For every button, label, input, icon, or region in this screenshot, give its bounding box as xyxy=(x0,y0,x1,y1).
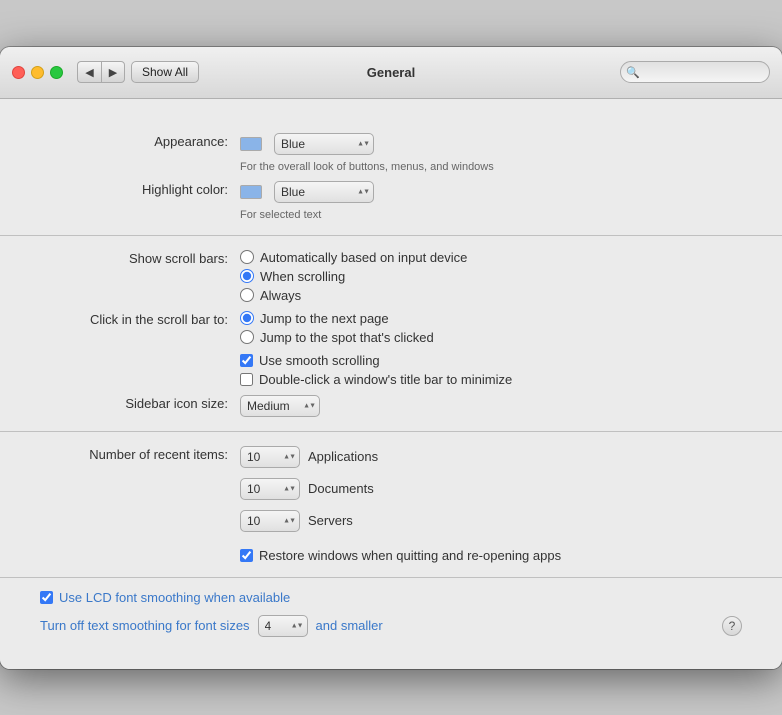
help-button[interactable]: ? xyxy=(722,616,742,636)
search-box: 🔍 xyxy=(620,61,770,83)
highlight-control: Blue Graphite Red Orange Yellow Green Pu… xyxy=(240,181,742,221)
servers-row: 5 10 15 20 None Servers xyxy=(240,510,742,532)
sidebar-icon-control: Small Medium Large xyxy=(240,395,742,417)
documents-label: Documents xyxy=(308,481,374,496)
scroll-scrolling-label: When scrolling xyxy=(260,269,345,284)
recent-items-row: Number of recent items: 5 10 15 20 None xyxy=(40,446,742,563)
scroll-auto-label: Automatically based on input device xyxy=(260,250,467,265)
window-title: General xyxy=(367,65,415,80)
servers-label: Servers xyxy=(308,513,353,528)
minimize-button[interactable] xyxy=(31,66,44,79)
jump-spot-option[interactable]: Jump to the spot that's clicked xyxy=(240,330,742,345)
scrollbar-section: Show scroll bars: Automatically based on… xyxy=(0,236,782,432)
applications-select[interactable]: 5 10 15 20 None xyxy=(240,446,300,468)
close-button[interactable] xyxy=(12,66,25,79)
double-click-title-option[interactable]: Double-click a window's title bar to min… xyxy=(240,372,742,387)
highlight-select[interactable]: Blue Graphite Red Orange Yellow Green Pu… xyxy=(274,181,374,203)
recent-items-section: Number of recent items: 5 10 15 20 None xyxy=(0,432,782,578)
applications-row: 5 10 15 20 None Applications xyxy=(240,446,742,468)
preferences-window: ◀ ▶ Show All General 🔍 Appearance: xyxy=(0,47,782,669)
jump-next-page-label: Jump to the next page xyxy=(260,311,389,326)
font-size-select[interactable]: 4 6 8 10 12 xyxy=(258,615,308,637)
titlebar: ◀ ▶ Show All General 🔍 xyxy=(0,47,782,99)
sidebar-icon-row: Sidebar icon size: Small Medium Large xyxy=(40,395,742,417)
scroll-bars-label: Show scroll bars: xyxy=(40,250,240,266)
smooth-scrolling-checkbox[interactable] xyxy=(240,354,253,367)
lcd-section: Use LCD font smoothing when available Tu… xyxy=(0,578,782,649)
lcd-smoothing-checkbox[interactable] xyxy=(40,591,53,604)
appearance-control-row: Blue Graphite xyxy=(240,133,742,155)
jump-next-page-option[interactable]: Jump to the next page xyxy=(240,311,742,326)
appearance-section: Appearance: Blue Graphite For the overal… xyxy=(0,119,782,236)
scroll-scrolling-radio[interactable] xyxy=(240,269,254,283)
sidebar-icon-control-row: Small Medium Large xyxy=(240,395,742,417)
search-input[interactable] xyxy=(620,61,770,83)
sidebar-icon-label: Sidebar icon size: xyxy=(40,395,240,411)
font-smoothing-prefix: Turn off text smoothing for font sizes xyxy=(40,618,250,633)
appearance-select-wrapper: Blue Graphite xyxy=(274,133,374,155)
scroll-always-label: Always xyxy=(260,288,301,303)
scroll-always-radio[interactable] xyxy=(240,288,254,302)
recent-items-control: 5 10 15 20 None Applications xyxy=(240,446,742,563)
scroll-auto-radio[interactable] xyxy=(240,250,254,264)
sidebar-icon-select[interactable]: Small Medium Large xyxy=(240,395,320,417)
scroll-bars-row: Show scroll bars: Automatically based on… xyxy=(40,250,742,303)
lcd-smoothing-option[interactable]: Use LCD font smoothing when available xyxy=(40,590,742,605)
scroll-bars-control: Automatically based on input device When… xyxy=(240,250,742,303)
jump-next-page-radio[interactable] xyxy=(240,311,254,325)
double-click-title-label: Double-click a window's title bar to min… xyxy=(259,372,512,387)
applications-select-wrapper: 5 10 15 20 None xyxy=(240,446,300,468)
scroll-auto-option[interactable]: Automatically based on input device xyxy=(240,250,742,265)
documents-select-wrapper: 5 10 15 20 None xyxy=(240,478,300,500)
sidebar-icon-select-wrapper: Small Medium Large xyxy=(240,395,320,417)
scroll-scrolling-option[interactable]: When scrolling xyxy=(240,269,742,284)
smooth-scrolling-label: Use smooth scrolling xyxy=(259,353,380,368)
appearance-select[interactable]: Blue Graphite xyxy=(274,133,374,155)
click-scroll-label: Click in the scroll bar to: xyxy=(40,311,240,327)
forward-button[interactable]: ▶ xyxy=(101,61,125,83)
highlight-row: Highlight color: Blue Graphite Red Orang… xyxy=(40,181,742,221)
highlight-select-wrapper: Blue Graphite Red Orange Yellow Green Pu… xyxy=(274,181,374,203)
documents-row: 5 10 15 20 None Documents xyxy=(240,478,742,500)
font-smoothing-row: Turn off text smoothing for font sizes 4… xyxy=(40,615,742,637)
font-smoothing-suffix: and smaller xyxy=(316,618,383,633)
applications-label: Applications xyxy=(308,449,378,464)
preferences-content: Appearance: Blue Graphite For the overal… xyxy=(0,99,782,669)
documents-select[interactable]: 5 10 15 20 None xyxy=(240,478,300,500)
click-scroll-control: Jump to the next page Jump to the spot t… xyxy=(240,311,742,387)
maximize-button[interactable] xyxy=(50,66,63,79)
scroll-always-option[interactable]: Always xyxy=(240,288,742,303)
restore-windows-label: Restore windows when quitting and re-ope… xyxy=(259,548,561,563)
nav-buttons: ◀ ▶ xyxy=(77,61,125,83)
lcd-smoothing-label: Use LCD font smoothing when available xyxy=(59,590,290,605)
font-size-select-wrapper: 4 6 8 10 12 xyxy=(258,615,308,637)
servers-select-wrapper: 5 10 15 20 None xyxy=(240,510,300,532)
servers-select[interactable]: 5 10 15 20 None xyxy=(240,510,300,532)
jump-spot-radio[interactable] xyxy=(240,330,254,344)
smooth-scrolling-option[interactable]: Use smooth scrolling xyxy=(240,353,742,368)
appearance-label: Appearance: xyxy=(40,133,240,149)
appearance-hint: For the overall look of buttons, menus, … xyxy=(240,161,742,173)
show-all-button[interactable]: Show All xyxy=(131,61,199,83)
double-click-title-checkbox[interactable] xyxy=(240,373,253,386)
highlight-label: Highlight color: xyxy=(40,181,240,197)
highlight-hint: For selected text xyxy=(240,209,742,221)
jump-spot-label: Jump to the spot that's clicked xyxy=(260,330,434,345)
restore-windows-checkbox[interactable] xyxy=(240,549,253,562)
highlight-control-row: Blue Graphite Red Orange Yellow Green Pu… xyxy=(240,181,742,203)
highlight-swatch xyxy=(240,185,262,199)
recent-items-label: Number of recent items: xyxy=(40,446,240,462)
appearance-control: Blue Graphite For the overall look of bu… xyxy=(240,133,742,173)
click-scroll-row: Click in the scroll bar to: Jump to the … xyxy=(40,311,742,387)
back-button[interactable]: ◀ xyxy=(77,61,101,83)
traffic-lights xyxy=(12,66,63,79)
appearance-swatch xyxy=(240,137,262,151)
restore-windows-option[interactable]: Restore windows when quitting and re-ope… xyxy=(240,548,742,563)
appearance-row: Appearance: Blue Graphite For the overal… xyxy=(40,133,742,173)
